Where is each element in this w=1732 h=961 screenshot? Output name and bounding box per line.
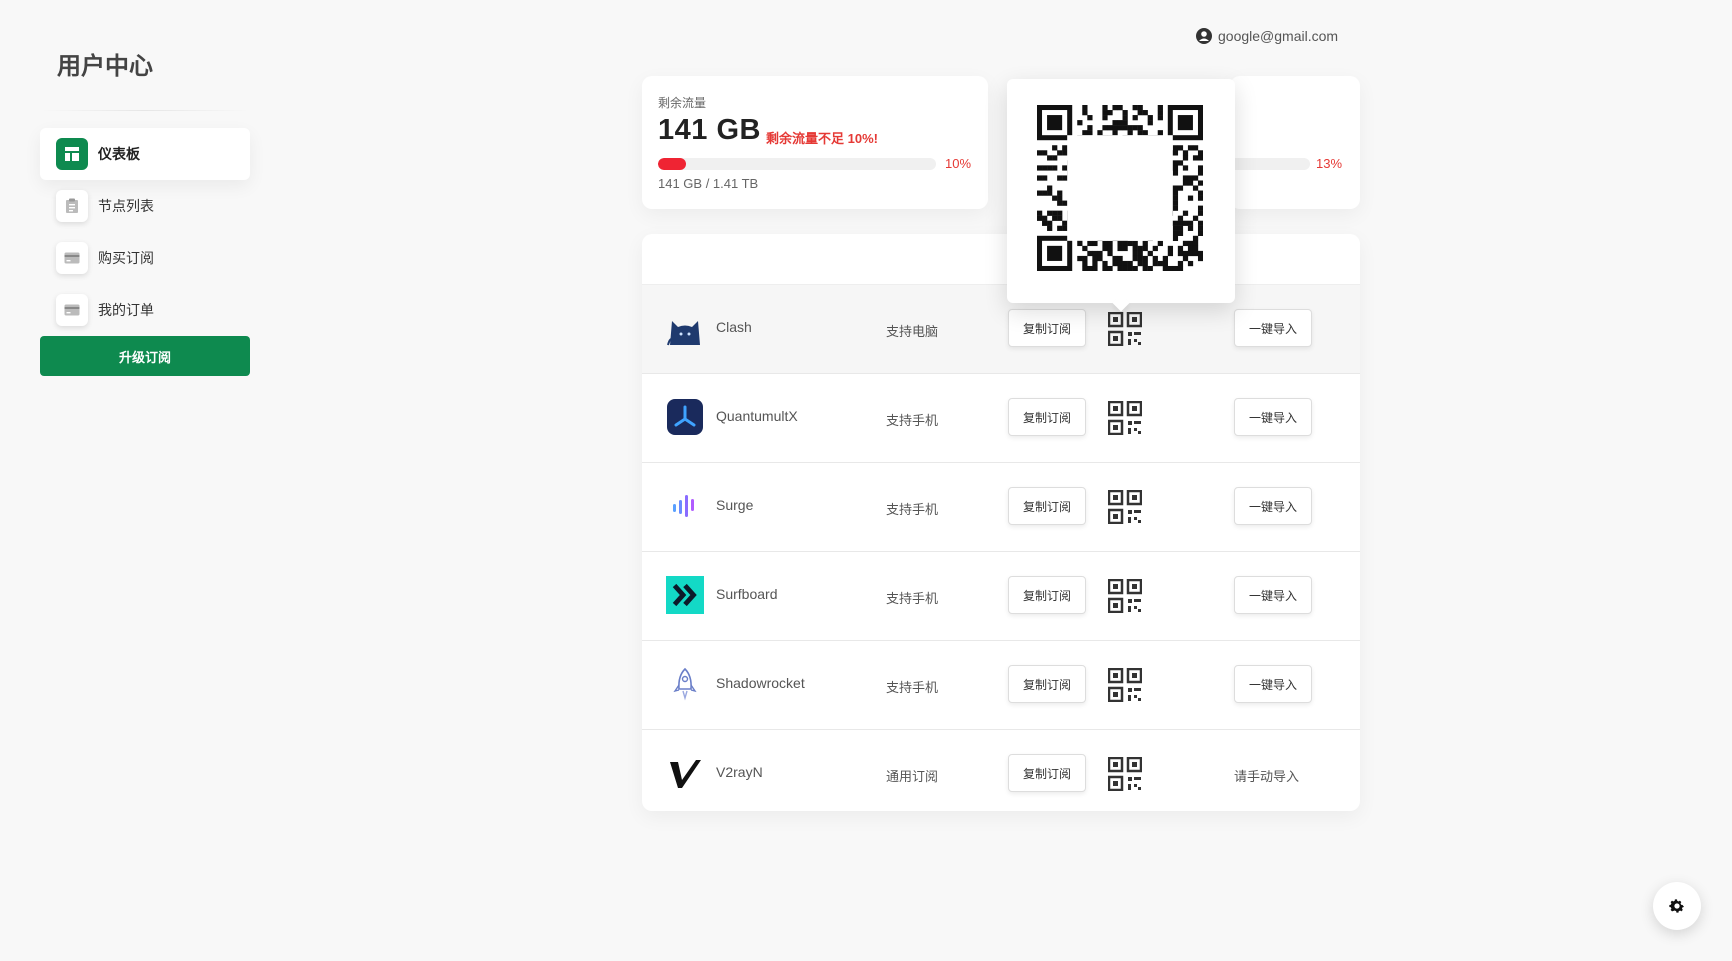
client-support: 支持手机 xyxy=(886,680,939,695)
dashboard-icon xyxy=(56,138,88,170)
page-brand-title: 用户中心 xyxy=(57,53,153,80)
client-support: 支持电脑 xyxy=(886,324,939,339)
traffic-card: 剩余流量 141 GB 剩余流量不足 10%! 10% 141 GB / 1.4… xyxy=(642,76,988,209)
traffic-total: 141 GB / 1.41 TB xyxy=(658,176,759,191)
client-support: 支持手机 xyxy=(886,413,939,428)
one-click-import-button[interactable]: 一键导入 xyxy=(1234,398,1312,436)
secondary-percent: 13% xyxy=(1316,156,1343,171)
surfboard-icon xyxy=(666,576,704,614)
client-name: Surge xyxy=(716,497,754,513)
sidebar-item-label: 我的订单 xyxy=(98,302,154,318)
rocket-icon xyxy=(666,665,704,703)
copy-subscription-button[interactable]: 复制订阅 xyxy=(1008,398,1086,436)
client-name: Shadowrocket xyxy=(716,675,805,691)
manual-import-text: 请手动导入 xyxy=(1234,769,1300,784)
client-support: 支持手机 xyxy=(886,502,939,517)
qr-code-icon[interactable] xyxy=(1108,312,1142,346)
client-support: 通用订阅 xyxy=(886,769,939,784)
v2rayn-icon xyxy=(666,754,704,792)
sidebar-item-orders[interactable]: 我的订单 xyxy=(40,284,250,336)
client-row-v2rayn: V2rayN 通用订阅 复制订阅 请手动导入 xyxy=(642,730,1360,818)
client-support: 支持手机 xyxy=(886,591,939,606)
client-list-card: Clash 支持电脑 复制订阅 一键导入 QuantumultX 支持手机 复制… xyxy=(642,234,1360,811)
sidebar-nav: 仪表板 节点列表 购买订阅 我的订单 xyxy=(40,128,250,336)
user-email: google@gmail.com xyxy=(1218,28,1339,44)
secondary-progress-bar xyxy=(1230,158,1310,170)
user-circle-icon xyxy=(1196,28,1212,44)
sidebar-item-label: 仪表板 xyxy=(98,146,140,162)
one-click-import-button[interactable]: 一键导入 xyxy=(1234,309,1312,347)
sidebar-item-dashboard[interactable]: 仪表板 xyxy=(40,128,250,180)
qr-code-icon[interactable] xyxy=(1108,757,1142,791)
credit-card-icon xyxy=(56,242,88,274)
copy-subscription-button[interactable]: 复制订阅 xyxy=(1008,754,1086,792)
client-name: V2rayN xyxy=(716,764,763,780)
client-row-clash: Clash 支持电脑 复制订阅 一键导入 xyxy=(642,285,1360,374)
upgrade-subscription-button[interactable]: 升级订阅 xyxy=(40,336,250,376)
user-menu[interactable]: google@gmail.com xyxy=(1196,28,1338,44)
one-click-import-button[interactable]: 一键导入 xyxy=(1234,665,1312,703)
client-name: Clash xyxy=(716,319,752,335)
quantumultx-icon xyxy=(666,398,704,436)
sidebar-item-label: 购买订阅 xyxy=(98,250,154,266)
clipboard-icon xyxy=(56,190,88,222)
qr-code-icon[interactable] xyxy=(1108,668,1142,702)
qr-code-icon[interactable] xyxy=(1108,401,1142,435)
client-list-header xyxy=(642,234,1360,285)
client-row-surfboard: Surfboard 支持手机 复制订阅 一键导入 xyxy=(642,552,1360,641)
copy-subscription-button[interactable]: 复制订阅 xyxy=(1008,309,1086,347)
qr-code-popover xyxy=(1007,79,1235,312)
clash-cat-icon xyxy=(666,309,704,347)
qr-code-icon[interactable] xyxy=(1108,579,1142,613)
client-row-surge: Surge 支持手机 复制订阅 一键导入 xyxy=(642,463,1360,552)
one-click-import-button[interactable]: 一键导入 xyxy=(1234,576,1312,614)
traffic-progress-bar xyxy=(658,158,936,170)
client-row-quantumultx: QuantumultX 支持手机 复制订阅 一键导入 xyxy=(642,374,1360,463)
client-row-shadowrocket: Shadowrocket 支持手机 复制订阅 一键导入 xyxy=(642,641,1360,730)
subscription-qr-code xyxy=(1037,105,1203,271)
sidebar-item-buy[interactable]: 购买订阅 xyxy=(40,232,250,284)
brand-divider xyxy=(40,110,250,111)
qr-code-icon[interactable] xyxy=(1108,490,1142,524)
settings-button[interactable] xyxy=(1653,882,1701,930)
gear-icon xyxy=(1669,899,1685,913)
credit-card-icon xyxy=(56,294,88,326)
copy-subscription-button[interactable]: 复制订阅 xyxy=(1008,576,1086,614)
sidebar-item-nodes[interactable]: 节点列表 xyxy=(40,180,250,232)
one-click-import-button[interactable]: 一键导入 xyxy=(1234,487,1312,525)
surge-icon xyxy=(666,487,704,525)
traffic-value: 141 GB xyxy=(658,114,761,146)
traffic-warning: 剩余流量不足 10%! xyxy=(766,131,878,146)
client-name: Surfboard xyxy=(716,586,778,602)
traffic-percent: 10% xyxy=(945,156,972,171)
traffic-progress-fill xyxy=(658,158,686,170)
secondary-stat-card: 13% xyxy=(1230,76,1360,209)
copy-subscription-button[interactable]: 复制订阅 xyxy=(1008,665,1086,703)
client-name: QuantumultX xyxy=(716,408,798,424)
sidebar-item-label: 节点列表 xyxy=(98,198,154,214)
copy-subscription-button[interactable]: 复制订阅 xyxy=(1008,487,1086,525)
traffic-label: 剩余流量 xyxy=(658,96,707,110)
